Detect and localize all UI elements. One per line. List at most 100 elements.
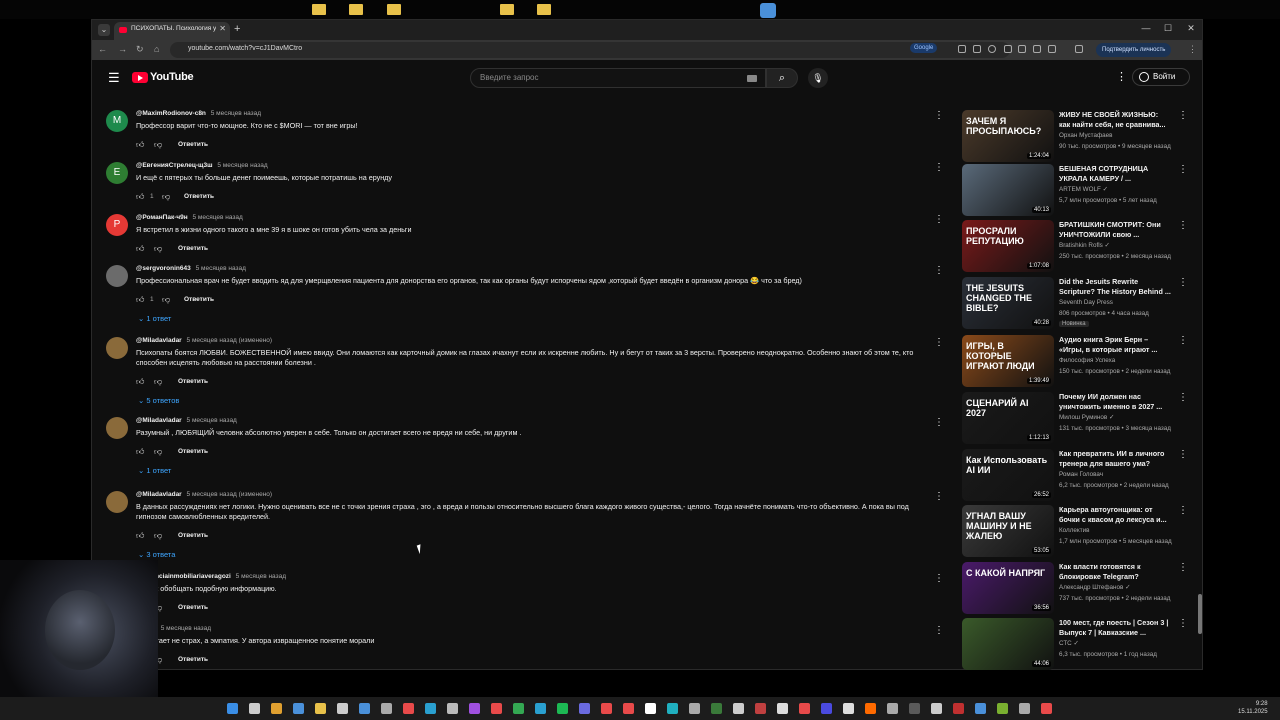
reply-button[interactable]: Ответить: [178, 532, 208, 539]
related-video[interactable]: ЗАЧЕМ Я ПРОСЫПАЮСЬ? 1:24:04 ЖИВУ НЕ СВОЕ…: [962, 110, 1198, 166]
reply-button[interactable]: Ответить: [178, 656, 208, 663]
comment-author[interactable]: @РоманПак-ч9н: [136, 214, 188, 221]
home-icon[interactable]: ⌂: [154, 44, 159, 54]
minimize-icon[interactable]: —: [1136, 23, 1156, 33]
video-menu-icon[interactable]: ⋮: [1178, 505, 1188, 516]
extension-icon[interactable]: [1018, 45, 1026, 53]
comment-date[interactable]: 5 месяцев назад (изменено): [187, 337, 273, 344]
video-menu-icon[interactable]: ⋮: [1178, 164, 1188, 175]
settings-more-icon[interactable]: ⋮: [1116, 70, 1127, 83]
reply-button[interactable]: Ответить: [178, 141, 208, 148]
dislike-icon[interactable]: 👎︎: [162, 295, 170, 305]
close-window-icon[interactable]: ✕: [1181, 23, 1201, 34]
video-thumbnail[interactable]: ПРОСРАЛИ РЕПУТАЦИЮ 1:07:08: [962, 220, 1054, 272]
scrollbar-thumb[interactable]: [1198, 594, 1202, 634]
show-replies-button[interactable]: ⌄ 1 ответ: [138, 466, 171, 475]
avatar[interactable]: Р: [106, 214, 128, 236]
video-thumbnail[interactable]: ИГРЫ, В КОТОРЫЕ ИГРАЮТ ЛЮДИ 1:39:49: [962, 335, 1054, 387]
video-thumbnail[interactable]: УГНАЛ ВАШУ МАШИНУ И НЕ ЖАЛЕЮ 53:05: [962, 505, 1054, 557]
comment-menu-icon[interactable]: ⋮: [934, 573, 944, 584]
taskbar-app-icon[interactable]: [689, 703, 700, 714]
avatar[interactable]: M: [106, 110, 128, 132]
reload-icon[interactable]: ↻: [136, 44, 144, 55]
video-thumbnail[interactable]: 44:06: [962, 618, 1054, 670]
taskbar-app-icon[interactable]: [799, 703, 810, 714]
video-channel[interactable]: Философия Успеха: [1059, 357, 1115, 364]
like-icon[interactable]: 👍︎: [136, 531, 146, 541]
dislike-icon[interactable]: 👎︎: [154, 140, 162, 150]
related-video[interactable]: THE JESUITS CHANGED THE BIBLE? 40:28 Did…: [962, 277, 1198, 333]
tab-search-icon[interactable]: ⌄: [98, 24, 110, 36]
video-menu-icon[interactable]: ⋮: [1178, 562, 1188, 573]
hamburger-menu-icon[interactable]: ☰: [108, 70, 120, 86]
taskbar-app-icon[interactable]: [865, 703, 876, 714]
taskbar-app-icon[interactable]: [425, 703, 436, 714]
youtube-logo-icon[interactable]: [132, 72, 148, 83]
video-thumbnail[interactable]: 40:13: [962, 164, 1054, 216]
video-title[interactable]: Did the Jesuits Rewrite Scripture? The H…: [1059, 277, 1171, 297]
signin-button[interactable]: Войти: [1132, 68, 1190, 86]
related-video[interactable]: ПРОСРАЛИ РЕПУТАЦИЮ 1:07:08 БРАТИШКИН СМО…: [962, 220, 1198, 276]
close-tab-icon[interactable]: ✕: [219, 24, 226, 33]
taskbar-app-icon[interactable]: [381, 703, 392, 714]
video-thumbnail[interactable]: Как Использовать AI ИИ 26:52: [962, 449, 1054, 501]
google-search-chip[interactable]: Google: [910, 43, 938, 53]
forward-icon[interactable]: →: [118, 44, 127, 54]
taskbar-app-icon[interactable]: [1019, 703, 1030, 714]
video-menu-icon[interactable]: ⋮: [1178, 449, 1188, 460]
media-icon[interactable]: [1075, 45, 1083, 53]
taskbar-app-icon[interactable]: [601, 703, 612, 714]
youtube-logo-text[interactable]: YouTube: [150, 71, 194, 83]
video-menu-icon[interactable]: ⋮: [1178, 392, 1188, 403]
reply-button[interactable]: Ответить: [184, 193, 214, 200]
video-channel[interactable]: СТС ✓: [1059, 640, 1079, 647]
video-title[interactable]: Как превратить ИИ в личного тренера для …: [1059, 449, 1171, 469]
comment-author[interactable]: @Miladavladar: [136, 337, 182, 344]
video-channel[interactable]: Милош Руминов ✓: [1059, 414, 1114, 421]
comment-date[interactable]: 5 месяцев назад (изменено): [187, 491, 273, 498]
taskbar-app-icon[interactable]: [293, 703, 304, 714]
taskbar-app-icon[interactable]: [315, 703, 326, 714]
video-channel[interactable]: Орхан Мустафаев: [1059, 132, 1113, 139]
taskbar-app-icon[interactable]: [975, 703, 986, 714]
new-tab-icon[interactable]: +: [234, 23, 240, 35]
taskbar-app-icon[interactable]: [887, 703, 898, 714]
avatar[interactable]: [106, 265, 128, 287]
taskbar-clock[interactable]: 9:28 15.11.2025: [1238, 700, 1268, 716]
video-title[interactable]: Карьера автоугонщика: от бочки с квасом …: [1059, 505, 1171, 525]
keyboard-icon[interactable]: [747, 75, 757, 82]
taskbar-app-icon[interactable]: [469, 703, 480, 714]
taskbar-app-icon[interactable]: [733, 703, 744, 714]
video-channel[interactable]: Seventh Day Press: [1059, 299, 1113, 306]
profile-button[interactable]: Подтвердить личность: [1096, 43, 1172, 57]
comment-author[interactable]: @Miladavladar: [136, 417, 182, 424]
reply-button[interactable]: Ответить: [178, 604, 208, 611]
taskbar-app-icon[interactable]: [1041, 703, 1052, 714]
taskbar-app-icon[interactable]: [535, 703, 546, 714]
comment-date[interactable]: 5 месяцев назад: [193, 214, 243, 221]
related-video[interactable]: ИГРЫ, В КОТОРЫЕ ИГРАЮТ ЛЮДИ 1:39:49 Ауди…: [962, 335, 1198, 391]
microphone-icon[interactable]: 🎙: [808, 68, 828, 88]
folder-icon[interactable]: [500, 4, 514, 15]
taskbar-app-icon[interactable]: [579, 703, 590, 714]
browser-menu-icon[interactable]: ⋮: [1188, 44, 1197, 55]
reply-button[interactable]: Ответить: [178, 448, 208, 455]
taskbar-app-icon[interactable]: [513, 703, 524, 714]
folder-icon[interactable]: [537, 4, 551, 15]
download-icon[interactable]: [1004, 45, 1012, 53]
avatar[interactable]: [106, 491, 128, 513]
comment-author[interactable]: @Miladavladar: [136, 491, 182, 498]
show-replies-button[interactable]: ⌄ 3 ответа: [138, 550, 175, 559]
video-menu-icon[interactable]: ⋮: [1178, 618, 1188, 629]
like-icon[interactable]: 👍︎: [136, 377, 146, 387]
search-input[interactable]: Введите запрос: [470, 68, 766, 88]
video-title[interactable]: БРАТИШКИН СМОТРИТ: Они УНИЧТОЖИЛИ свою .…: [1059, 220, 1171, 240]
related-video[interactable]: УГНАЛ ВАШУ МАШИНУ И НЕ ЖАЛЕЮ 53:05 Карье…: [962, 505, 1198, 561]
scrollbar[interactable]: [1197, 94, 1202, 671]
taskbar-app-icon[interactable]: [843, 703, 854, 714]
video-channel[interactable]: Коллектив: [1059, 527, 1089, 534]
like-icon[interactable]: 👍︎: [136, 192, 146, 202]
comment-menu-icon[interactable]: ⋮: [934, 491, 944, 502]
comment-date[interactable]: 5 месяцев назад: [187, 417, 237, 424]
video-title[interactable]: ЖИВУ НЕ СВОЕЙ ЖИЗНЬЮ: как найти себя, не…: [1059, 110, 1171, 130]
